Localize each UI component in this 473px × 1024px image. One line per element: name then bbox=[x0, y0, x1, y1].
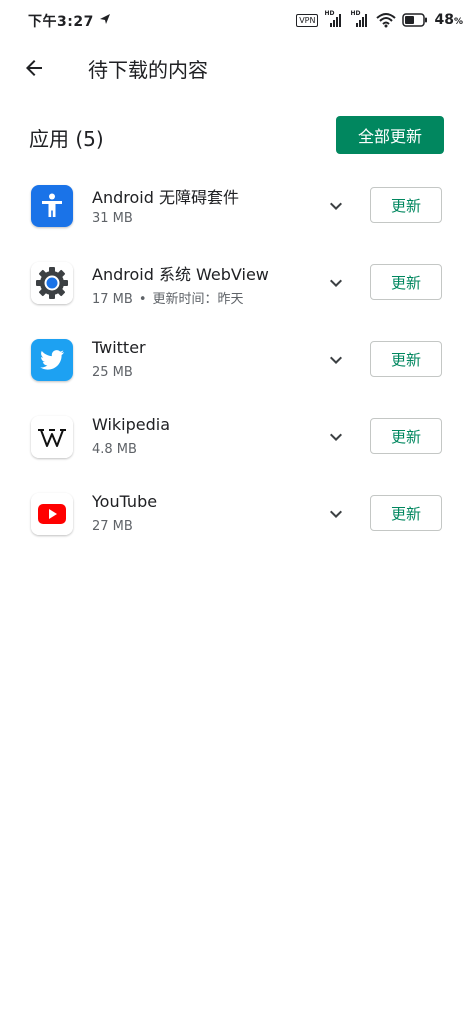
app-size: 4.8 MB bbox=[92, 442, 137, 457]
signal-icon: HD bbox=[350, 10, 370, 28]
app-row[interactable]: Twitter 25 MB 更新 bbox=[0, 322, 473, 399]
app-row[interactable]: Wikipedia 4.8 MB 更新 bbox=[0, 399, 473, 476]
expand-button[interactable] bbox=[322, 269, 350, 297]
chevron-down-icon bbox=[330, 356, 342, 364]
app-row[interactable]: Android 系统 WebView 17 MB • 更新时间：昨天 更新 bbox=[0, 245, 473, 322]
chevron-down-icon bbox=[330, 510, 342, 518]
expand-button[interactable] bbox=[322, 192, 350, 220]
battery-level: 48% bbox=[434, 12, 463, 28]
apps-section-header: 应用 (5) 全部更新 bbox=[0, 114, 473, 156]
app-size: 31 MB bbox=[92, 211, 133, 226]
separator-dot: • bbox=[138, 292, 147, 307]
app-name: Twitter bbox=[92, 338, 146, 357]
app-size: 25 MB bbox=[92, 365, 133, 380]
update-all-button[interactable]: 全部更新 bbox=[336, 116, 444, 154]
app-meta: 4.8 MB bbox=[92, 442, 137, 457]
update-button[interactable]: 更新 bbox=[370, 187, 442, 223]
expand-button[interactable] bbox=[322, 423, 350, 451]
back-button[interactable] bbox=[18, 52, 50, 84]
app-bar: 待下载的内容 bbox=[0, 44, 473, 90]
app-row[interactable]: Android 无障碍套件 31 MB 更新 bbox=[0, 168, 473, 245]
expand-button[interactable] bbox=[322, 500, 350, 528]
twitter-icon bbox=[31, 339, 73, 381]
back-arrow-icon bbox=[26, 60, 42, 76]
hd-label: HD bbox=[350, 10, 361, 17]
update-button[interactable]: 更新 bbox=[370, 264, 442, 300]
app-updated-time: 更新时间：昨天 bbox=[152, 292, 244, 307]
status-time: 下午3:27 bbox=[28, 14, 94, 30]
app-list: Android 无障碍套件 31 MB 更新 Android 系统 WebVie… bbox=[0, 168, 473, 553]
app-row[interactable]: YouTube 27 MB 更新 bbox=[0, 476, 473, 553]
app-name: Android 系统 WebView bbox=[92, 265, 269, 284]
signal-icon: HD bbox=[324, 10, 344, 28]
vpn-badge: VPN bbox=[296, 13, 319, 27]
webview-gear-icon bbox=[31, 262, 73, 304]
chevron-down-icon bbox=[330, 433, 342, 441]
youtube-icon bbox=[31, 493, 73, 535]
battery-icon bbox=[402, 13, 428, 27]
update-button[interactable]: 更新 bbox=[370, 418, 442, 454]
status-bar: 下午3:27 VPN HD HD 48% bbox=[0, 0, 473, 40]
app-meta: 17 MB • 更新时间：昨天 bbox=[92, 288, 244, 307]
app-name: YouTube bbox=[92, 492, 158, 511]
expand-button[interactable] bbox=[322, 346, 350, 374]
battery-value: 48 bbox=[434, 12, 454, 28]
section-title: 应用 (5) bbox=[29, 127, 104, 151]
app-meta: 27 MB bbox=[92, 519, 133, 534]
hd-label: HD bbox=[324, 10, 335, 17]
page-title: 待下载的内容 bbox=[88, 58, 208, 82]
app-meta: 31 MB bbox=[92, 211, 133, 226]
accessibility-icon bbox=[31, 185, 73, 227]
battery-unit: % bbox=[453, 17, 463, 27]
app-meta: 25 MB bbox=[92, 365, 133, 380]
update-button[interactable]: 更新 bbox=[370, 495, 442, 531]
app-name: Wikipedia bbox=[92, 415, 171, 434]
chevron-down-icon bbox=[330, 279, 342, 287]
app-size: 17 MB bbox=[92, 292, 133, 307]
update-button[interactable]: 更新 bbox=[370, 341, 442, 377]
app-name: Android 无障碍套件 bbox=[92, 188, 239, 207]
app-size: 27 MB bbox=[92, 519, 133, 534]
chevron-down-icon bbox=[330, 202, 342, 210]
wikipedia-icon bbox=[31, 416, 73, 458]
navigation-arrow-icon bbox=[100, 14, 110, 24]
wifi-icon bbox=[376, 13, 397, 28]
status-icons: VPN HD HD 48% bbox=[296, 10, 463, 30]
